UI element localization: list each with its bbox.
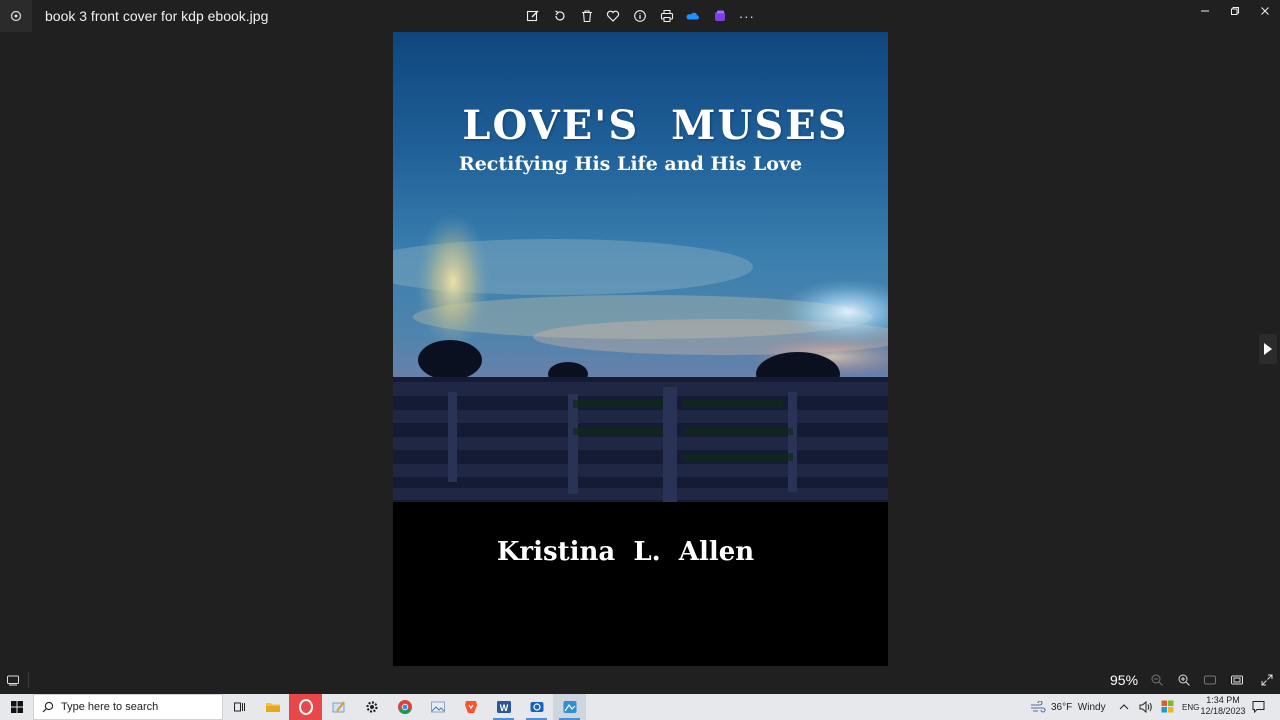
- clipchamp-icon: [715, 10, 726, 21]
- taskbar-search-box[interactable]: Type here to search: [33, 694, 223, 720]
- next-image-button[interactable]: [1259, 334, 1277, 364]
- zoom-level[interactable]: 95%: [1110, 672, 1138, 688]
- zoom-in-icon[interactable]: [1177, 673, 1191, 687]
- zoom-out-icon[interactable]: [1150, 673, 1164, 687]
- onedrive-cloud-icon: [687, 12, 700, 20]
- play-right-icon: [1264, 343, 1272, 355]
- photos-icon: [563, 701, 576, 713]
- start-button[interactable]: [0, 694, 33, 720]
- info-icon: [634, 10, 646, 22]
- print-icon: [660, 10, 673, 22]
- cover-title: LOVE'S MUSES: [462, 102, 849, 149]
- word-icon: W: [496, 701, 511, 713]
- paint-brush-icon: [332, 701, 345, 713]
- app-icon[interactable]: [0, 0, 32, 32]
- volume-icon[interactable]: [1139, 701, 1153, 713]
- cover-subtitle: Rectifying His Life and His Love: [458, 153, 803, 175]
- taskbar-clock[interactable]: 1:34 PM 12/18/2023: [1200, 695, 1246, 717]
- info-button[interactable]: [627, 4, 654, 28]
- delete-button[interactable]: [573, 4, 600, 28]
- close-button[interactable]: [1250, 1, 1280, 21]
- rotate-icon: [555, 10, 565, 21]
- status-bar: 95%: [0, 666, 1280, 694]
- search-placeholder: Type here to search: [61, 701, 159, 713]
- toolbar: ···: [520, 4, 760, 28]
- search-icon: [42, 701, 54, 713]
- windows-taskbar: Type here to search W 36°F Windy ENG 1:3…: [0, 694, 1280, 720]
- close-icon: [1261, 7, 1269, 15]
- fit-to-window-icon[interactable]: [1230, 673, 1244, 687]
- weather-widget[interactable]: 36°F Windy: [1030, 694, 1106, 720]
- more-button[interactable]: ···: [734, 4, 761, 28]
- taskbar-settings[interactable]: [355, 694, 388, 720]
- taskbar-paint[interactable]: [322, 694, 355, 720]
- book-cover-image[interactable]: LOVE'S MUSES Rectifying His Life and His…: [393, 32, 888, 666]
- favorite-button[interactable]: [600, 4, 627, 28]
- clock-time: 1:34 PM: [1206, 695, 1240, 705]
- taskbar-opera[interactable]: [289, 694, 322, 720]
- security-icon[interactable]: [1161, 700, 1174, 713]
- svg-text:W: W: [499, 703, 508, 713]
- clipchamp-button[interactable]: [707, 4, 734, 28]
- clock-date: 12/18/2023: [1200, 706, 1246, 716]
- wind-icon: [1031, 701, 1046, 713]
- onedrive-button[interactable]: [680, 4, 707, 28]
- full-screen-icon[interactable]: [1260, 673, 1274, 687]
- minimize-button[interactable]: [1190, 1, 1220, 21]
- taskbar-brave[interactable]: [454, 694, 487, 720]
- delete-icon: [581, 10, 592, 23]
- filmstrip-icon[interactable]: [6, 673, 20, 687]
- restore-icon: [1231, 7, 1239, 15]
- window-controls: [1190, 0, 1280, 32]
- windows-logo-icon: [10, 701, 23, 713]
- gear-icon: [365, 701, 378, 713]
- image-viewer-icon: [430, 701, 445, 713]
- edit-button[interactable]: [520, 4, 547, 28]
- folder-icon: [265, 703, 280, 712]
- opera-icon: [298, 699, 313, 715]
- rotate-button[interactable]: [547, 4, 574, 28]
- status-divider: [28, 672, 29, 688]
- taskbar-task-view[interactable]: [223, 694, 256, 720]
- taskbar-word[interactable]: W: [487, 694, 520, 720]
- taskbar-photos-viewer[interactable]: [421, 694, 454, 720]
- language-indicator[interactable]: ENG: [1182, 694, 1199, 720]
- minimize-icon: [1201, 10, 1209, 12]
- taskbar-chrome[interactable]: [388, 694, 421, 720]
- edit-icon: [527, 10, 539, 22]
- taskbar-photos[interactable]: [553, 694, 586, 720]
- title-bar: book 3 front cover for kdp ebook.jpg ···: [0, 0, 1280, 32]
- taskbar-file-explorer[interactable]: [256, 694, 289, 720]
- actual-size-icon[interactable]: [1203, 673, 1217, 687]
- image-viewer: LOVE'S MUSES Rectifying His Life and His…: [0, 32, 1280, 666]
- more-icon: ···: [738, 8, 755, 24]
- brave-lion-icon: [464, 701, 477, 713]
- heart-icon: [607, 10, 620, 22]
- weather-text: 36°F Windy: [1051, 701, 1106, 713]
- notifications-icon[interactable]: [1252, 700, 1265, 713]
- taskbar-camera[interactable]: [520, 694, 553, 720]
- print-button[interactable]: [653, 4, 680, 28]
- file-name: book 3 front cover for kdp ebook.jpg: [45, 8, 269, 24]
- restore-button[interactable]: [1220, 1, 1250, 21]
- photos-app-icon: [10, 10, 22, 22]
- task-view-icon: [233, 702, 245, 712]
- camera-icon: [530, 702, 543, 712]
- cover-author: Kristina L. Allen: [496, 537, 755, 567]
- chevron-up-icon[interactable]: [1118, 702, 1130, 712]
- chrome-icon: [397, 700, 412, 714]
